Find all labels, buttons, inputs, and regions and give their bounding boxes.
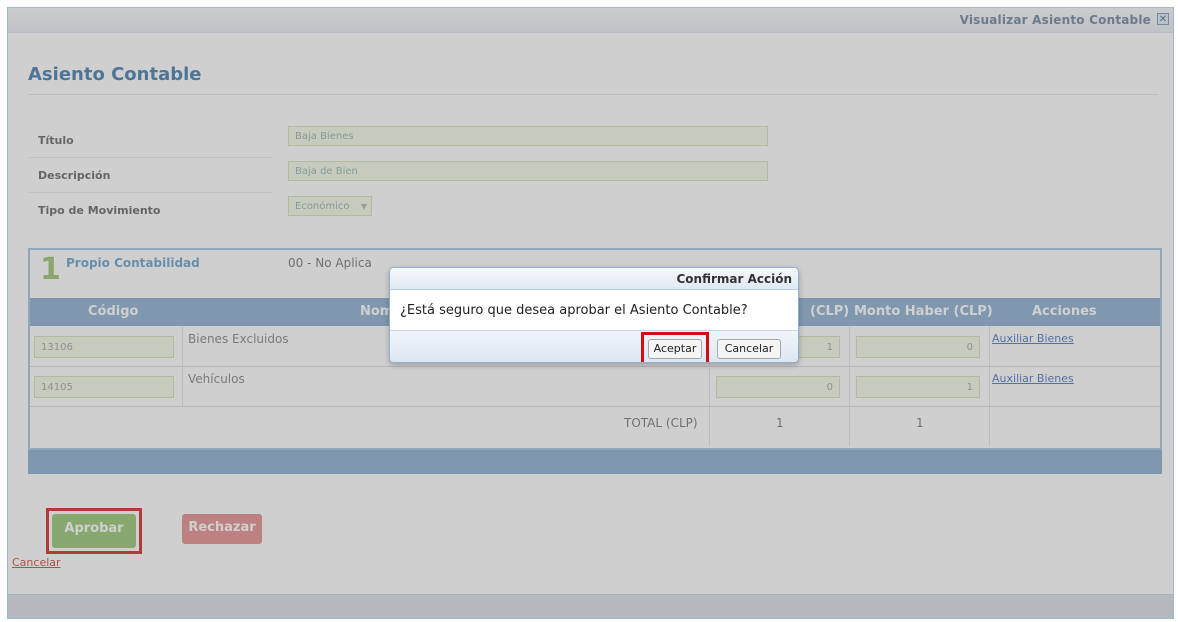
dialog-message: ¿Está seguro que desea aprobar el Asient…: [400, 303, 748, 318]
accept-highlight: [641, 332, 709, 362]
window-frame: Visualizar Asiento Contable ✕ Asiento Co…: [7, 7, 1174, 619]
dialog-cancel-button[interactable]: Cancelar: [717, 339, 781, 359]
dialog-footer: Aceptar Cancelar: [390, 330, 798, 362]
dialog-title: Confirmar Acción: [390, 268, 798, 290]
confirm-dialog: Confirmar Acción ¿Está seguro que desea …: [389, 267, 799, 363]
